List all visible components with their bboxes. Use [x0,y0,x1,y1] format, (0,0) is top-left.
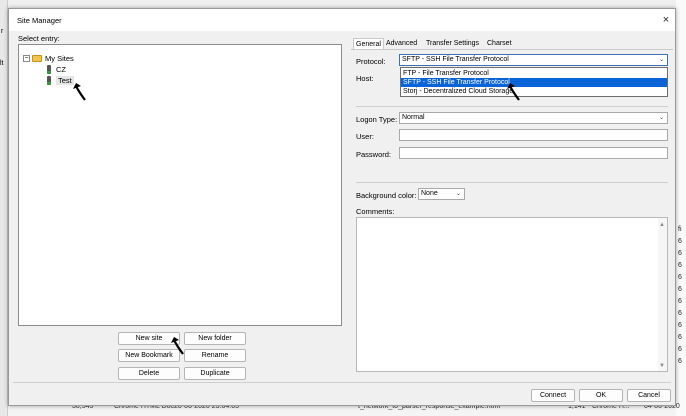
rename-button[interactable]: Rename [184,349,246,362]
annotation-arrow-icon [73,83,86,101]
close-icon[interactable]: × [659,13,673,27]
background-color-label: Background color: [356,191,417,200]
new-folder-button[interactable]: New folder [184,332,246,345]
background-app-left-strip: r lt [0,0,8,416]
host-label: Host: [356,74,374,83]
site-tree[interactable]: − My Sites CZ Test [18,44,342,326]
background-fragment: 6 [678,250,682,257]
delete-button[interactable]: Delete [118,367,180,380]
password-label: Password: [356,150,392,159]
protocol-label: Protocol: [356,57,386,66]
tree-item-label: My Sites [45,53,74,63]
background-color-value: None [421,190,438,197]
scroll-up-icon[interactable]: ▲ [659,222,665,228]
comments-textarea[interactable]: ▲ ▼ [356,217,668,372]
window-title: Site Manager [17,16,62,25]
logon-type-value: Normal [402,114,425,121]
background-fragment: fi [678,226,682,233]
background-fragment: 6 [678,310,682,317]
background-fragment: 6 [678,238,682,245]
collapse-icon[interactable]: − [23,54,30,62]
title-bar: Site Manager × [9,9,675,31]
server-icon [47,64,51,74]
server-icon [47,75,51,85]
password-input[interactable] [399,147,668,159]
tree-item-cz[interactable]: CZ [47,64,66,74]
user-label: User: [356,132,374,141]
ok-button[interactable]: OK [579,389,623,402]
scroll-down-icon[interactable]: ▼ [659,363,665,369]
background-fragment: 6 [678,298,682,305]
background-fragment: 6 [678,262,682,269]
background-fragment: 6 [678,358,682,365]
background-fragment: 6 [678,274,682,281]
user-input[interactable] [399,129,668,141]
protocol-dropdown-list[interactable]: FTP - File Transfer Protocol SFTP - SSH … [400,67,668,97]
divider [13,382,671,383]
select-entry-label: Select entry: [18,34,60,43]
background-fragment: lt [0,60,4,67]
chevron-down-icon: ⌄ [658,57,664,63]
background-fragment: 6 [678,286,682,293]
duplicate-button[interactable]: Duplicate [184,367,246,380]
protocol-option-selected[interactable]: SFTP - SSH File Transfer Protocol [401,78,667,87]
chevron-down-icon: ⌄ [455,191,461,197]
comments-scrollbar[interactable]: ▲ ▼ [658,218,667,371]
background-fragment: r [1,28,4,35]
background-fragment: 6 [678,346,682,353]
chevron-down-icon: ⌄ [658,115,664,121]
logon-type-select[interactable]: Normal ⌄ [399,112,668,124]
site-manager-dialog: Site Manager × Select entry: − My Sites … [8,8,676,406]
divider [356,106,668,107]
annotation-arrow-icon [171,337,184,355]
protocol-value: SFTP - SSH File Transfer Protocol [402,56,509,63]
comments-label: Comments: [356,207,395,216]
protocol-option[interactable]: Storj - Decentralized Cloud Storage [401,87,667,96]
logon-type-label: Logon Type: [356,115,398,124]
annotation-arrow-icon [507,83,520,101]
cancel-button[interactable]: Cancel [627,389,671,402]
background-color-select[interactable]: None ⌄ [418,188,465,200]
tree-item-my-sites[interactable]: − My Sites [23,53,74,63]
tree-item-label: CZ [56,64,66,74]
protocol-option[interactable]: FTP - File Transfer Protocol [401,69,667,78]
background-fragment: 6 [678,334,682,341]
divider [356,182,668,183]
background-app-right-strip: fi 6 6 6 6 6 6 6 6 6 6 6 [676,0,686,416]
background-fragment: 6 [678,322,682,329]
folder-icon [32,54,42,62]
protocol-select[interactable]: SFTP - SSH File Transfer Protocol ⌄ [399,54,668,66]
connect-button[interactable]: Connect [531,389,575,402]
